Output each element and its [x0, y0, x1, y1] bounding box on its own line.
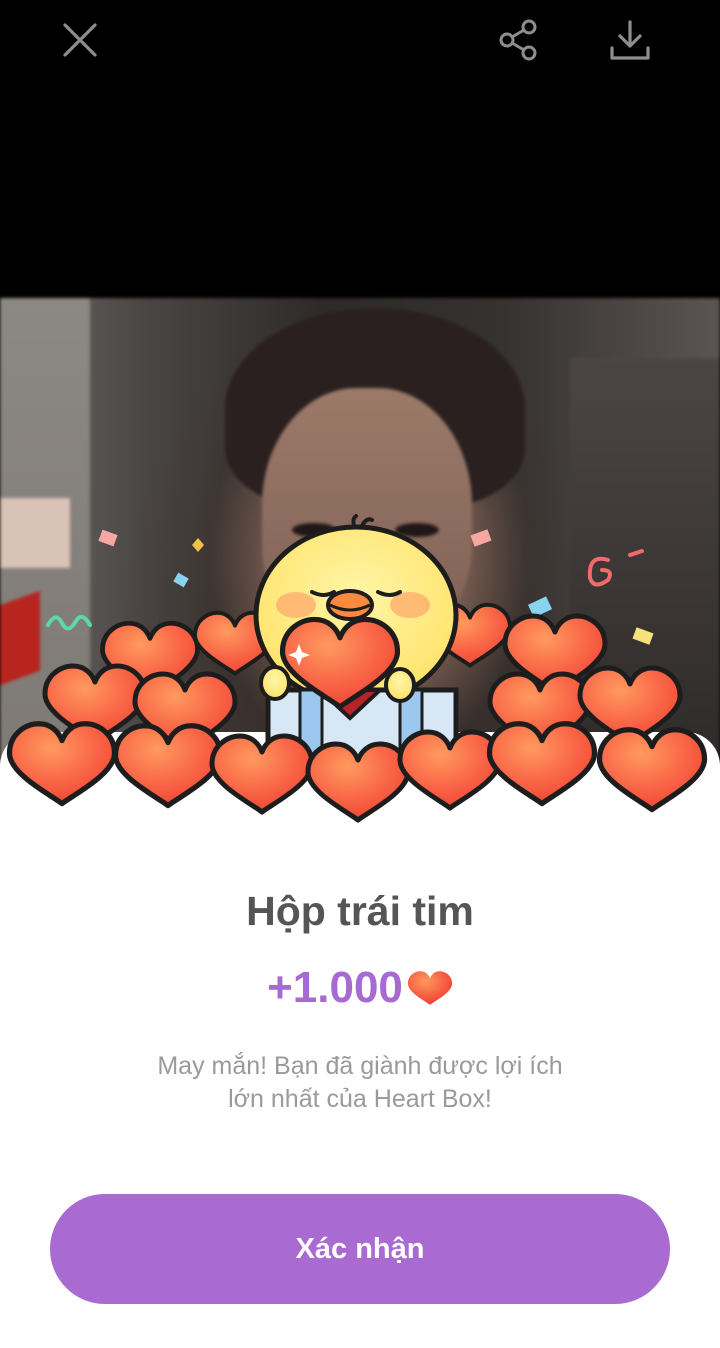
description-line-1: May mắn! Bạn đã giành được lợi ích: [157, 1052, 563, 1080]
top-bar: [0, 0, 720, 90]
dialog-title: Hộp trái tim: [246, 888, 474, 934]
reward-amount: +1.000: [0, 963, 720, 1013]
amount-value: +1.000: [267, 963, 403, 1012]
download-icon: [610, 20, 650, 60]
reward-description: May mắn! Bạn đã giành được lợi ích lớn n…: [120, 1050, 600, 1116]
share-button[interactable]: [490, 14, 546, 66]
share-icon: [499, 19, 537, 61]
description-line-2: lớn nhất của Heart Box!: [228, 1085, 492, 1113]
close-icon: [63, 23, 97, 57]
download-button[interactable]: [602, 14, 658, 66]
heart-icon: [407, 971, 453, 1005]
chick-character: [253, 514, 459, 763]
close-button[interactable]: [52, 14, 108, 66]
confirm-button[interactable]: Xác nhận: [50, 1194, 670, 1304]
heart-box-illustration: [0, 514, 720, 850]
